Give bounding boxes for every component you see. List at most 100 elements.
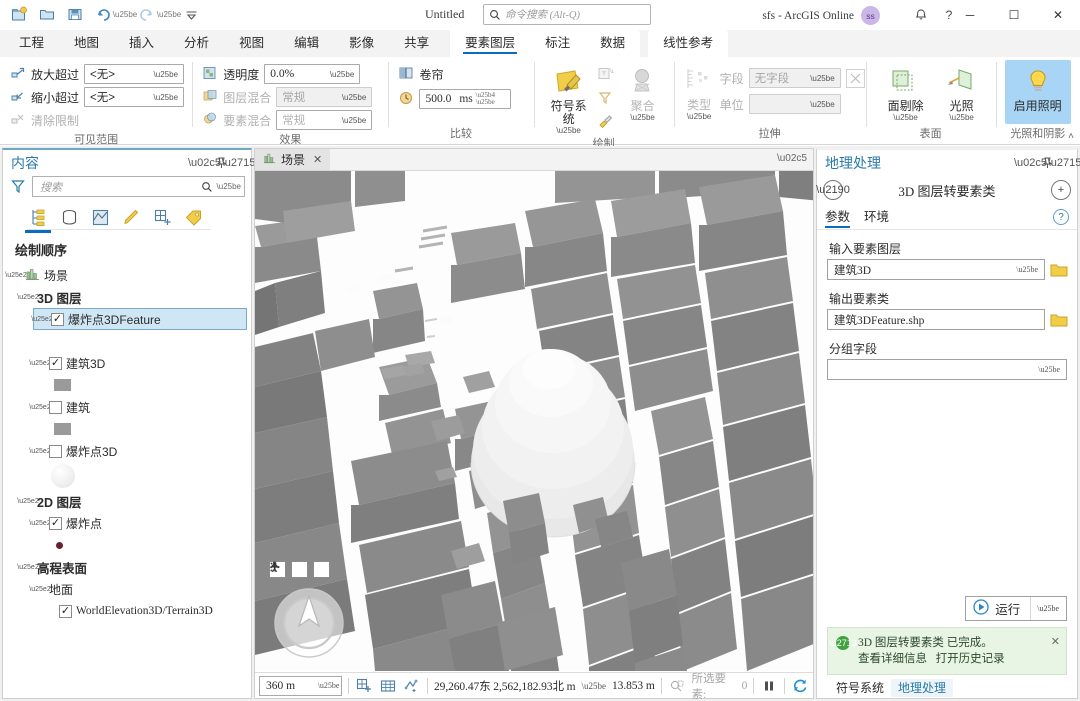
input-layer-combo[interactable]: 建筑3D \u25be [827,259,1045,280]
run-dropdown-icon[interactable]: \u25be [1030,597,1062,620]
close-icon[interactable]: \u2715 [1048,153,1080,173]
expand-triangle-icon[interactable]: \u25e2 [29,586,50,593]
group-field-combo[interactable]: \u25be [827,359,1067,380]
save-project-icon[interactable] [62,3,88,27]
tree-group-3d-layers[interactable]: \u25e2 3D 图层 [9,286,251,308]
transparency-row[interactable]: 透明度 0.0% \u25be [202,63,361,85]
close-icon[interactable]: ✕ [1047,635,1060,648]
tree-item-explosion-point[interactable]: \u25e2 爆炸点 [9,512,251,534]
help-icon[interactable]: ? [1053,209,1069,225]
customize-quick-access-icon[interactable] [178,3,204,27]
chevron-down-icon[interactable]: \u02c5 [1014,153,1047,173]
lighting-caret-icon[interactable]: \u25be [949,113,973,122]
tree-group-2d-layers[interactable]: \u25e2 2D 图层 [9,490,251,512]
zoom-in-beyond-combo[interactable]: <无> \u25be [84,64,185,84]
back-arrow-icon[interactable]: \u2190 [816,180,850,200]
layer-visibility-checkbox[interactable] [49,444,62,458]
zoom-in-beyond-row[interactable]: 放大超过 <无> \u25be [10,63,185,85]
run-button[interactable]: 运行 \u25be [965,596,1067,621]
undo-dropdown-icon[interactable]: \u25be [113,3,137,27]
list-by-labeling-icon[interactable] [182,205,204,229]
flicker-spinner[interactable]: \u25b4 \u25be [476,92,495,106]
pan-navigate-icon[interactable] [270,561,308,578]
flicker-row[interactable]: 500.0 ms \u25b4 \u25be [398,88,512,110]
tree-item-explosion-point-3d[interactable]: \u25e2 爆炸点3D [9,440,251,462]
ribbon-tab-view[interactable]: 视图 [224,30,279,57]
command-search-input[interactable]: 命令搜索 (Alt-Q) [483,4,651,25]
close-icon[interactable]: \u2715 [222,153,256,173]
tree-item-explosion-point-3d-feature[interactable]: \u25e2 爆炸点3DFeature [31,308,247,330]
transparency-combo[interactable]: 0.0% \u25be [264,64,361,84]
symbol-tools-icon[interactable] [594,111,618,133]
open-history-link[interactable]: 打开历史记录 [936,653,1005,665]
enable-lighting-button[interactable]: 启用照明 [1004,60,1071,124]
tree-item-world-elevation[interactable]: WorldElevation3D/Terrain3D [9,600,251,622]
expand-triangle-icon[interactable]: \u25e2 [17,294,38,301]
add-icon[interactable]: + [1051,180,1071,200]
tree-group-ground[interactable]: \u25e2 地面 [9,578,251,600]
expand-triangle-icon[interactable]: \u25e2 [17,498,38,505]
symbology-caret-icon[interactable]: \u25be [556,126,580,135]
face-culling-caret-icon[interactable]: \u25be [893,113,917,122]
tree-group-elevation-surfaces[interactable]: \u25e2 高程表面 [9,556,251,578]
pause-drawing-icon[interactable] [760,676,778,696]
close-icon[interactable]: ✕ [313,153,322,166]
expand-triangle-icon[interactable]: \u25e2 [29,404,50,411]
expand-triangle-icon[interactable]: \u25e2 [29,448,50,455]
layer-visibility-checkbox[interactable] [49,516,62,530]
chevron-down-icon[interactable]: \u02c5 [777,153,807,164]
chevron-down-icon[interactable]: \u25be [582,681,607,691]
ribbon-tab-analysis[interactable]: 分析 [169,30,224,57]
tab-parameters[interactable]: 参数 [825,206,851,230]
redo-dropdown-icon[interactable]: \u25be [157,3,181,27]
ribbon-tab-feature-layer[interactable]: 要素图层 [450,30,531,57]
avatar[interactable]: ss [861,6,880,25]
flicker-duration-input[interactable]: 500.0 ms \u25b4 \u25be [419,89,512,109]
layer-visibility-checkbox[interactable] [49,356,62,370]
list-by-editing-icon[interactable] [120,205,142,229]
ribbon-tab-project[interactable]: 工程 [4,30,59,57]
tree-item-building-3d[interactable]: \u25e2 建筑3D [9,352,251,374]
tree-item-building[interactable]: \u25e2 建筑 [9,396,251,418]
contents-search-input[interactable]: 搜索 \u25be [32,176,245,197]
minimize-button[interactable]: ─ [948,0,992,30]
browse-input-folder-icon[interactable] [1050,262,1068,278]
link-views-icon[interactable] [403,676,421,696]
scene-canvas[interactable] [255,171,813,672]
walk-mode-icon[interactable] [271,561,330,578]
more-tools-icon[interactable] [270,561,349,578]
browse-output-folder-icon[interactable] [1050,312,1068,328]
grid-icon[interactable] [379,676,397,696]
list-by-selection-icon[interactable] [89,205,111,229]
ribbon-tab-map[interactable]: 地图 [59,30,114,57]
map-view-tab-scene[interactable]: 场景 ✕ [255,149,331,170]
refresh-icon[interactable] [791,676,809,696]
zoom-out-beyond-row[interactable]: 缩小超过 <无> \u25be [10,86,185,108]
bell-icon[interactable] [908,4,934,26]
symbology-button[interactable]: 符号系统 \u25be [546,62,592,135]
lighting-button[interactable]: 光照 \u25be [936,62,988,122]
tree-item-scene[interactable]: \u25e2 场景 [5,264,251,286]
add-basemap-icon[interactable] [355,676,373,696]
navigator-compass[interactable] [272,586,346,660]
ribbon-tab-edit[interactable]: 编辑 [279,30,334,57]
ribbon-tab-labeling[interactable]: 标注 [530,30,585,57]
maximize-button[interactable]: ☐ [992,0,1036,30]
chevron-down-icon[interactable]: \u02c5 [188,153,221,173]
zoom-out-beyond-combo[interactable]: <无> \u25be [84,87,185,107]
ribbon-tab-share[interactable]: 共享 [389,30,444,57]
filter-funnel-icon[interactable] [9,179,27,194]
ribbon-tab-data[interactable]: 数据 [585,30,640,57]
open-project-icon[interactable] [34,3,60,27]
feature-blend-combo[interactable]: 常规 \u25be [276,110,373,130]
close-button[interactable]: ✕ [1036,0,1080,30]
search-options-icon[interactable]: \u25be [213,182,241,191]
expand-triangle-icon[interactable]: \u25e2 [5,272,26,279]
expand-triangle-icon[interactable]: \u25e2 [29,520,50,527]
face-culling-button[interactable]: 面剔除 \u25be [880,62,932,122]
output-class-input[interactable]: 建筑3DFeature.shp [827,309,1045,330]
list-by-data-source-icon[interactable] [58,205,80,229]
layer-visibility-checkbox[interactable] [49,400,62,414]
tab-environments[interactable]: 环境 [864,206,889,230]
bottom-tab-geoprocessing[interactable]: 地理处理 [891,679,954,697]
